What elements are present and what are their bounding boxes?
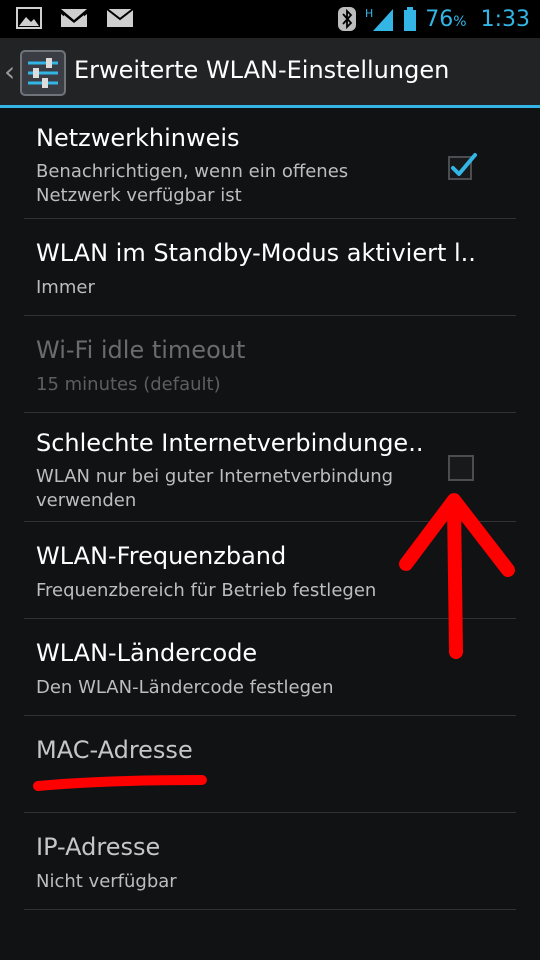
pref-wifi-sleep-policy[interactable]: WLAN im Standby-Modus aktiviert l.. Imme… (24, 219, 516, 316)
pref-title: WLAN im Standby-Modus aktiviert l.. (36, 239, 476, 267)
system-status-area: H 76% 1:33 (337, 0, 530, 38)
red-arrow-annotation (399, 493, 515, 659)
pref-title: MAC-Adresse (36, 736, 193, 764)
signal-icon: H (365, 6, 395, 32)
pref-summary: Benachrichtigen, wenn ein offenes Netzwe… (36, 161, 349, 206)
bluetooth-icon (337, 6, 357, 32)
pref-mac-address: MAC-Adresse (24, 716, 516, 813)
battery-icon (403, 6, 417, 32)
pref-summary: 15 minutes (default) (36, 374, 221, 395)
gallery-icon (16, 6, 42, 30)
red-underline-annotation (33, 775, 207, 791)
pref-title: Netzwerkhinweis (36, 124, 240, 152)
pref-summary: Nicht verfügbar (36, 871, 177, 892)
network-type-label: H (365, 7, 373, 20)
pref-title: IP-Adresse (36, 833, 161, 861)
gmail-icon (60, 6, 88, 30)
status-bar: H 76% 1:33 (0, 0, 540, 38)
poor-network-checkbox[interactable] (448, 455, 474, 481)
pref-title: WLAN-Ländercode (36, 639, 258, 667)
clock: 1:33 (480, 6, 530, 32)
pref-title: Schlechte Internetverbindunge.. (36, 429, 424, 457)
pref-summary: Den WLAN-Ländercode festlegen (36, 677, 334, 698)
pref-summary: WLAN nur bei guter Internetverbindung ve… (36, 466, 394, 511)
pref-wifi-idle-timeout: Wi-Fi idle timeout 15 minutes (default) (24, 316, 516, 413)
page-title: Erweiterte WLAN-Einstellungen (74, 56, 450, 84)
pref-network-notification[interactable]: Netzwerkhinweis Benachrichtigen, wenn ei… (24, 108, 516, 219)
battery-percent: 76% (425, 6, 467, 32)
pref-summary: Frequenzbereich für Betrieb festlegen (36, 580, 377, 601)
notification-area (16, 6, 134, 30)
action-bar: ‹ Erweiterte WLAN-Einstellungen (0, 38, 540, 108)
chevron-left-icon[interactable]: ‹ (4, 58, 15, 86)
pref-title: Wi-Fi idle timeout (36, 336, 246, 364)
network-notification-checkbox[interactable] (448, 151, 477, 180)
pref-title: WLAN-Frequenzband (36, 542, 287, 570)
pref-summary: Immer (36, 277, 95, 298)
settings-sliders-icon[interactable] (20, 50, 66, 100)
email-icon (106, 6, 134, 30)
pref-ip-address: IP-Adresse Nicht verfügbar (24, 813, 516, 910)
